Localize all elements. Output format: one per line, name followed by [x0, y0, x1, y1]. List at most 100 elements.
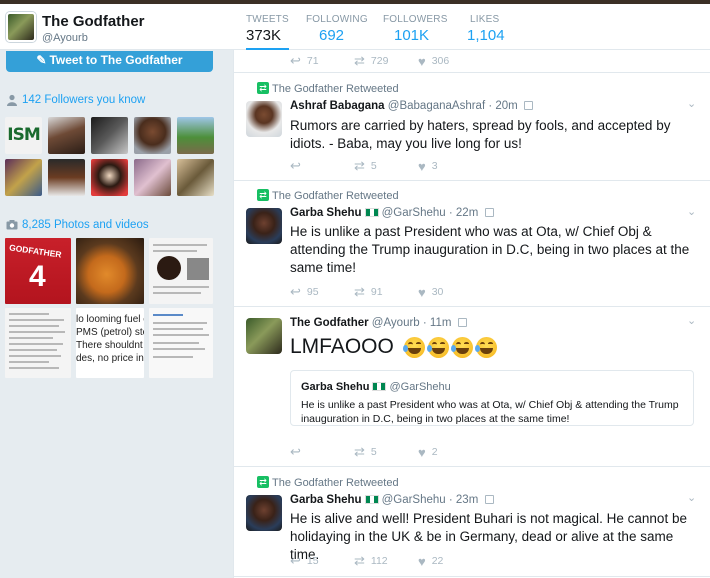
like-action[interactable]: ♥ 22	[418, 554, 443, 569]
nigeria-flag-icon	[372, 382, 387, 391]
tweet-author-name[interactable]: Ashraf Babagana	[290, 100, 385, 112]
follower-avatar[interactable]	[177, 117, 214, 154]
follower-avatar[interactable]	[5, 159, 42, 196]
photos-videos-label: 8,285 Photos and videos	[22, 219, 149, 231]
tweet[interactable]: ⇄ The Godfather Retweeted Garba Shehu @Ga…	[234, 467, 710, 577]
retweet-action[interactable]: ⇄ 91	[354, 284, 418, 300]
like-count: 3	[431, 160, 438, 172]
tweet-author-avatar[interactable]	[246, 495, 282, 531]
chevron-down-icon[interactable]: ⌄	[687, 314, 699, 327]
like-action[interactable]: ♥ 3	[418, 159, 438, 174]
heart-icon: ♥	[418, 553, 426, 569]
reply-action[interactable]: ↩	[290, 444, 354, 460]
tweet-author-name[interactable]: Garba Shehu	[290, 207, 362, 219]
stat-followers-value: 101K	[394, 27, 430, 44]
tweet-timestamp[interactable]: · 20m	[488, 100, 517, 112]
camera-icon	[6, 220, 18, 230]
like-action[interactable]: ♥ 2	[418, 445, 438, 460]
tweet-timestamp[interactable]: · 23m	[449, 494, 478, 506]
tweet-author-handle[interactable]: @GarShehu	[382, 207, 446, 219]
verified-placeholder-icon	[457, 318, 467, 327]
tweet-actions: ↩ ⇄ 5 ♥ 2	[290, 444, 438, 460]
media-thumbnail[interactable]	[5, 308, 71, 378]
retweet-context: ⇄ The Godfather Retweeted	[257, 476, 399, 489]
media-thumbnail[interactable]	[76, 238, 144, 304]
profile-handle[interactable]: @Ayourb	[42, 32, 88, 44]
tweet-timestamp[interactable]: · 22m	[449, 207, 478, 219]
retweet-action[interactable]: ⇄ 729	[354, 53, 418, 69]
retweet-context-label: The Godfather Retweeted	[272, 190, 399, 202]
tweet-header: Garba Shehu @GarShehu · 23m	[290, 494, 494, 506]
retweet-action[interactable]: ⇄ 5	[354, 444, 418, 460]
media-thumbnail[interactable]	[149, 308, 213, 378]
tweet-author-name[interactable]: The Godfather	[290, 317, 369, 329]
stat-likes[interactable]: LIKES 1,104	[467, 14, 505, 44]
tweet-author-avatar[interactable]	[246, 318, 282, 354]
media-thumbnail[interactable]	[149, 238, 213, 304]
like-action[interactable]: ♥ 30	[418, 285, 443, 300]
followers-you-know-grid: ISM	[5, 117, 214, 196]
reply-action[interactable]: ↩	[290, 158, 354, 174]
chevron-down-icon[interactable]: ⌄	[687, 97, 699, 110]
tweet-author-handle[interactable]: @Ayourb	[372, 317, 420, 329]
retweet-action[interactable]: ⇄ 112	[354, 553, 418, 569]
tweet-author-handle[interactable]: @GarShehu	[382, 494, 446, 506]
reply-action[interactable]: ↩ 15	[290, 553, 354, 569]
photos-videos-grid: GODFATHER 4 lo looming fuel cr PMS (petr…	[5, 238, 213, 378]
reply-icon: ↩	[290, 284, 301, 299]
follower-avatar[interactable]	[177, 159, 214, 196]
laughing-tears-emoji-icon	[450, 336, 473, 358]
chevron-down-icon[interactable]: ⌄	[687, 491, 699, 504]
tweet-author-name[interactable]: Garba Shehu	[290, 494, 362, 506]
retweet-action[interactable]: ⇄ 5	[354, 158, 418, 174]
profile-name[interactable]: The Godfather	[42, 13, 145, 30]
tweet[interactable]: ⇄ The Godfather Retweeted Garba Shehu @Ga…	[234, 181, 710, 307]
reply-count: 15	[306, 555, 319, 567]
follower-avatar[interactable]	[91, 117, 128, 154]
stat-tweets-label: TWEETS	[246, 14, 289, 25]
stat-likes-value: 1,104	[467, 27, 505, 44]
verified-placeholder-icon	[484, 495, 494, 504]
photos-videos-link[interactable]: 8,285 Photos and videos	[6, 219, 149, 231]
person-icon	[7, 94, 17, 106]
reply-count: 71	[306, 55, 319, 67]
reply-icon: ↩	[290, 53, 301, 68]
stat-following[interactable]: FOLLOWING 692	[306, 14, 368, 44]
retweet-context: ⇄ The Godfather Retweeted	[257, 189, 399, 202]
quoted-tweet[interactable]: Garba Shehu @GarShehu He is unlike a past…	[290, 370, 694, 426]
stat-tweets[interactable]: TWEETS 373K	[246, 14, 289, 51]
media-thumbnail[interactable]: lo looming fuel cr PMS (petrol) stoc The…	[76, 308, 144, 378]
reply-action[interactable]: ↩ 95	[290, 284, 354, 300]
heart-icon: ♥	[418, 158, 426, 174]
follower-avatar[interactable]	[48, 159, 85, 196]
follower-avatar[interactable]	[48, 117, 85, 154]
chevron-down-icon[interactable]: ⌄	[687, 205, 699, 218]
reply-icon: ↩	[290, 158, 301, 173]
tweet-to-button[interactable]: ✎ Tweet to The Godfather	[6, 51, 213, 72]
compose-icon: ✎	[36, 53, 47, 67]
follower-avatar[interactable]	[91, 159, 128, 196]
followers-you-know-link[interactable]: 142 Followers you know	[6, 94, 145, 106]
tweet-timestamp[interactable]: · 11m	[423, 317, 452, 329]
like-count: 2	[431, 446, 438, 458]
tweet[interactable]: The Godfather @Ayourb · 11m ⌄ LMFAOOO Ga…	[234, 307, 710, 467]
tweet[interactable]: ⇄ The Godfather Retweeted Ashraf Babagan…	[234, 73, 710, 181]
tweet-author-handle[interactable]: @BabaganaAshraf	[388, 100, 485, 112]
profile-avatar[interactable]	[6, 12, 36, 42]
follower-avatar[interactable]: ISM	[5, 117, 42, 154]
tweet-actions: ↩ ⇄ 5 ♥ 3	[290, 158, 438, 174]
quoted-tweet-header: Garba Shehu @GarShehu	[301, 381, 451, 393]
quoted-author-handle: @GarShehu	[389, 381, 451, 393]
heart-icon: ♥	[418, 444, 426, 460]
tweet-author-avatar[interactable]	[246, 101, 282, 137]
follower-avatar[interactable]	[134, 117, 171, 154]
jersey-text: GODFATHER	[8, 242, 63, 260]
like-action[interactable]: ♥ 306	[418, 54, 449, 69]
media-thumbnail[interactable]: GODFATHER 4	[5, 238, 71, 304]
stat-followers[interactable]: FOLLOWERS 101K	[383, 14, 448, 44]
tweet-text: Rumors are carried by haters, spread by …	[290, 118, 671, 151]
reply-action[interactable]: ↩ 71	[290, 53, 354, 69]
follower-avatar[interactable]	[134, 159, 171, 196]
like-count: 306	[431, 55, 450, 67]
tweet-author-avatar[interactable]	[246, 208, 282, 244]
